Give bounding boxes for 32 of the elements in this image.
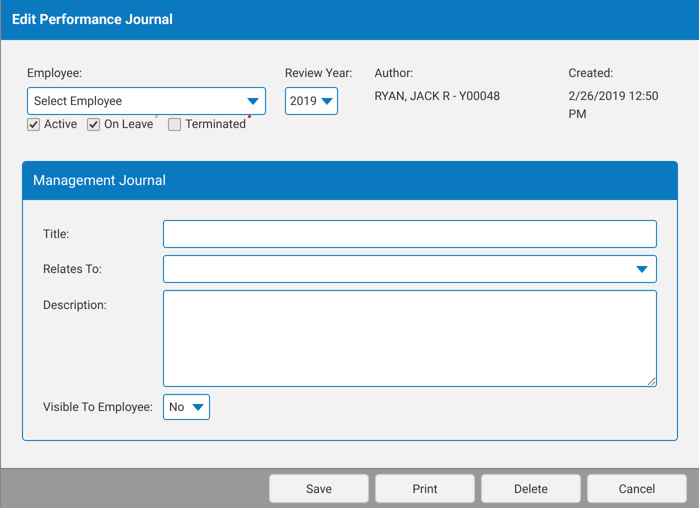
text-area[interactable] [163,290,657,387]
field-label: Employee: [27,65,83,82]
caret-icon [320,98,333,104]
action-button[interactable]: Cancel [587,474,687,503]
field-label: Author: [374,65,414,82]
caret-icon [636,266,648,272]
checkbox-label: On Leave [104,116,154,133]
action-button[interactable]: Delete [481,474,581,503]
field-label: Description: [43,297,108,314]
checkbox-label: Active [44,116,78,133]
checkbox[interactable] [168,118,182,130]
field-label: Title: [43,226,70,243]
caret-icon [246,98,259,104]
created-date: 2/26/2019 12:50 PM [568,88,660,123]
year-dropdown[interactable]: 2019 [284,87,338,115]
field-label: Visible To Employee: [43,399,154,416]
dropdown[interactable] [163,255,657,283]
action-button[interactable]: Save [269,474,369,503]
dropdown[interactable]: No [163,394,210,420]
caret-icon [192,404,204,410]
window-title: Edit Performance Journal [12,10,173,30]
field-label: Created: [568,65,614,82]
field-label: Relates To: [43,261,103,278]
field-label: Review Year: [284,65,354,82]
text-field[interactable] [163,220,657,248]
checkbox[interactable] [87,118,100,130]
checkbox-label: Terminated [185,116,246,133]
action-button[interactable]: Print [375,474,475,503]
checkbox[interactable] [27,118,40,130]
panel-title: Management Journal [33,172,166,190]
employee-dropdown[interactable]: Select Employee [27,87,266,115]
author-name: RYAN, JACK R - Y00048 [374,88,502,105]
